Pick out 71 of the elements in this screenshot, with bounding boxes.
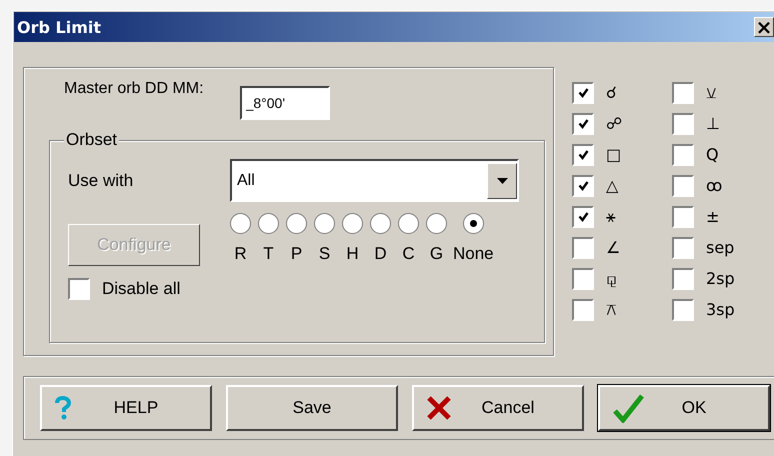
checkbox[interactable] bbox=[572, 112, 594, 134]
radio-label: R bbox=[234, 244, 247, 264]
checkbox[interactable] bbox=[672, 112, 694, 134]
checkbox[interactable] bbox=[672, 144, 694, 166]
aspect-symbol: ⚹ bbox=[606, 207, 616, 226]
radio-label: P bbox=[290, 244, 302, 264]
help-button[interactable]: HELP bbox=[40, 385, 212, 431]
checkbox[interactable] bbox=[672, 236, 694, 258]
master-orb-label: Master orb DD MM: bbox=[64, 80, 204, 98]
aspect-symbol: ☍ bbox=[606, 114, 622, 133]
ok-button[interactable]: OK bbox=[598, 385, 770, 431]
checkbox[interactable] bbox=[572, 206, 594, 228]
radio-label: None bbox=[453, 244, 494, 264]
checkbox[interactable] bbox=[68, 278, 90, 300]
radio-button[interactable] bbox=[426, 213, 447, 234]
radio-button[interactable] bbox=[370, 213, 391, 234]
radio-button[interactable] bbox=[230, 213, 251, 234]
aspect-symbol: ∠ bbox=[606, 238, 620, 257]
checkbox[interactable] bbox=[572, 298, 594, 320]
close-button[interactable]: × bbox=[754, 17, 774, 37]
checkbox[interactable] bbox=[672, 174, 694, 196]
radio-button[interactable] bbox=[286, 213, 307, 234]
checkbox[interactable] bbox=[672, 268, 694, 290]
radio-label: T bbox=[263, 244, 274, 264]
master-orb-field[interactable]: _8°00' bbox=[240, 86, 330, 120]
checkbox[interactable] bbox=[672, 298, 694, 320]
checkmark-icon bbox=[578, 118, 588, 128]
checkbox[interactable] bbox=[572, 268, 594, 290]
checkbox[interactable] bbox=[572, 174, 594, 196]
aspect-symbol: Q bbox=[706, 145, 719, 164]
aspect-symbol: ☌ bbox=[606, 83, 617, 102]
radio-button[interactable] bbox=[462, 213, 484, 234]
dropdown-arrow-icon bbox=[496, 178, 508, 184]
question-mark-icon bbox=[54, 396, 72, 420]
aspect-symbol: ⊥ bbox=[706, 114, 720, 133]
radio-button[interactable] bbox=[314, 213, 335, 234]
aspect-symbol: ⚺ bbox=[706, 83, 717, 102]
checkmark-icon bbox=[578, 180, 588, 190]
radio-label: S bbox=[318, 244, 330, 264]
checkbox[interactable] bbox=[572, 82, 594, 104]
aspect-symbol: 2sp bbox=[706, 269, 735, 288]
use-with-dropdown[interactable]: All bbox=[230, 159, 519, 202]
use-with-label: Use with bbox=[68, 170, 134, 190]
radio-label: D bbox=[374, 244, 387, 264]
aspect-symbol: sep bbox=[706, 238, 734, 257]
checkbox[interactable] bbox=[572, 236, 594, 258]
aspect-symbol: △ bbox=[606, 176, 618, 195]
checkmark-icon bbox=[578, 150, 588, 160]
checkbox[interactable] bbox=[572, 144, 594, 166]
cancel-button[interactable]: Cancel bbox=[412, 385, 584, 431]
aspect-symbol: 3sp bbox=[706, 300, 735, 319]
checkmark-icon bbox=[612, 393, 644, 423]
aspect-symbol: ⚼ bbox=[606, 269, 617, 288]
checkmark-icon bbox=[578, 212, 588, 222]
aspect-symbol: ꝏ bbox=[706, 176, 722, 195]
aspect-symbol: ⚻ bbox=[606, 300, 617, 319]
aspect-symbol: ± bbox=[706, 207, 720, 226]
checkbox[interactable] bbox=[672, 82, 694, 104]
save-button[interactable]: Save bbox=[226, 385, 398, 431]
aspect-symbol: □ bbox=[606, 145, 622, 164]
radio-label: C bbox=[402, 244, 415, 264]
radio-label: G bbox=[430, 244, 444, 264]
radio-button[interactable] bbox=[258, 213, 279, 234]
radio-label: H bbox=[346, 244, 359, 264]
disable-all-label: Disable all bbox=[102, 279, 180, 299]
window-title: Orb Limit bbox=[17, 18, 101, 36]
radio-button[interactable] bbox=[342, 213, 363, 234]
cross-icon bbox=[426, 395, 452, 421]
radio-button[interactable] bbox=[398, 213, 419, 234]
checkbox[interactable] bbox=[672, 206, 694, 228]
checkmark-icon bbox=[578, 88, 588, 98]
